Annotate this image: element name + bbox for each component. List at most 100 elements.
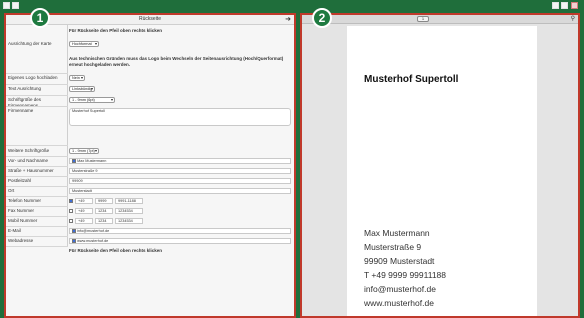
text-align-select[interactable]: Linksbündig ▾	[69, 86, 95, 92]
text-align-value: Linksbündig	[72, 87, 93, 91]
street-value: Musterstraße 9	[72, 169, 98, 173]
email-label: E-Mail	[8, 228, 21, 233]
card-line: T +49 9999 99911188	[364, 270, 447, 280]
row-divider	[6, 206, 68, 207]
chevron-down-icon: ▾	[80, 75, 83, 80]
company-font-row: Schriftgröße des Firmennamens 1 - 9mm (6…	[6, 97, 294, 108]
more-font-value: 1 - 9mm (7pt)	[72, 149, 95, 153]
chevron-down-icon: ▾	[94, 41, 97, 46]
orientation-row: Ausrichtung der Karte Hochformat ▾ Aus te…	[6, 36, 294, 67]
fax-label: Fax Nummer	[8, 208, 35, 213]
own-logo-label: Eigenes Logo hochladen	[8, 75, 58, 80]
email-value: info@musterhof.de	[77, 229, 110, 233]
fax-area-input[interactable]: 1234	[95, 208, 113, 214]
mobile-country-input[interactable]: +49	[75, 218, 93, 224]
card-line: Max Mustermann	[364, 228, 430, 238]
more-font-label: Weitere Schriftgröße	[8, 148, 50, 153]
fax-number-input[interactable]: 1234534	[115, 208, 143, 214]
next-side-arrow-icon[interactable]: ➜	[285, 15, 291, 23]
row-divider	[6, 216, 68, 217]
street-label: Straße + Hausnummer	[8, 168, 54, 173]
zip-input[interactable]: 99909	[69, 178, 291, 184]
mobile-label: Mobil Nummer	[8, 218, 38, 223]
more-font-select[interactable]: 1 - 9mm (7pt) ▾	[69, 148, 99, 154]
zip-label: Postleitzahl	[8, 178, 32, 183]
text-align-row: Text Ausrichtung Linksbündig ▾	[6, 86, 294, 92]
top-toolbar	[0, 0, 584, 11]
fax-number: 1234534	[118, 209, 133, 213]
name-checkbox[interactable]	[72, 159, 76, 163]
preview-toolbar: 1 ⚲	[302, 15, 578, 24]
company-label: Firmenname	[8, 108, 34, 113]
orientation-value: Hochformat	[72, 42, 92, 46]
card-line: www.musterhof.de	[364, 298, 434, 308]
chevron-down-icon: ▾	[110, 97, 113, 102]
document-icon[interactable]	[3, 2, 10, 9]
mobile-number-input[interactable]: 1234534	[115, 218, 143, 224]
note-bottom: Für Rückseite den Pfeil oben rechts klic…	[69, 248, 163, 253]
city-input[interactable]: Musterstadt	[69, 188, 291, 194]
name-input[interactable]: Max Mustermann	[69, 158, 291, 164]
company-value: Musterhof Supertoll	[72, 109, 105, 113]
company-font-select[interactable]: 1 - 9mm (6pt) ▾	[69, 97, 115, 103]
mobile-number: 1234534	[118, 219, 133, 223]
chevron-down-icon: ▾	[94, 148, 97, 153]
fax-checkbox[interactable]	[69, 209, 73, 213]
card-form-panel: Rückseite ➜ Für Rückseite den Pfeil oben…	[4, 13, 296, 318]
card-company: Musterhof Supertoll	[364, 74, 459, 85]
phone-number-input[interactable]: 9991-1188	[115, 198, 143, 204]
mobile-area-input[interactable]: 1234	[95, 218, 113, 224]
card-preview: Musterhof Supertoll Max Mustermann Muste…	[347, 26, 537, 316]
orientation-warning: Aus technischen Gründen muss das Logo be…	[69, 56, 284, 67]
text-align-label: Text Ausrichtung	[8, 86, 42, 91]
column-divider	[67, 25, 68, 247]
company-textarea[interactable]: Musterhof Supertoll	[69, 108, 291, 126]
phone-checkbox[interactable]	[69, 199, 73, 203]
name-value: Max Mustermann	[77, 159, 107, 163]
row-divider	[6, 145, 68, 146]
row-divider	[6, 186, 68, 187]
page-icon[interactable]	[12, 2, 19, 9]
more-font-row: Weitere Schriftgröße 1 - 9mm (7pt) ▾	[6, 148, 294, 154]
web-checkbox[interactable]	[72, 239, 76, 243]
row-divider	[6, 84, 68, 85]
web-input[interactable]: www.musterhof.de	[69, 238, 291, 244]
fax-country: +49	[78, 209, 85, 213]
own-logo-row: Eigenes Logo hochladen Nein ▾	[6, 75, 294, 81]
step-badge-1: 1	[30, 8, 50, 28]
own-logo-select[interactable]: Nein ▾	[69, 75, 85, 81]
email-input[interactable]: info@musterhof.de	[69, 228, 291, 234]
row-divider	[6, 106, 68, 107]
row-divider	[6, 196, 68, 197]
row-divider	[6, 236, 68, 237]
card-line: info@musterhof.de	[364, 284, 436, 294]
row-divider	[6, 226, 68, 227]
phone-country: +49	[78, 199, 85, 203]
orientation-label: Ausrichtung der Karte	[8, 41, 52, 46]
pdf-icon[interactable]	[571, 2, 578, 9]
zoom-icon[interactable]: ⚲	[571, 15, 575, 22]
email-checkbox[interactable]	[72, 229, 76, 233]
orientation-select[interactable]: Hochformat ▾	[69, 41, 99, 47]
print-icon[interactable]	[561, 2, 568, 9]
phone-country-input[interactable]: +49	[75, 198, 93, 204]
city-label: Ort	[8, 188, 15, 193]
zip-value: 99909	[72, 179, 83, 183]
fax-country-input[interactable]: +49	[75, 208, 93, 214]
preview-icon[interactable]	[552, 2, 559, 9]
web-label: Webadresse	[8, 238, 34, 243]
card-line: Musterstraße 9	[364, 242, 422, 252]
fax-area: 1234	[98, 209, 107, 213]
row-divider	[6, 73, 68, 74]
phone-number: 9991-1188	[118, 199, 136, 203]
row-divider	[6, 176, 68, 177]
phone-area: 9999	[98, 199, 107, 203]
phone-area-input[interactable]: 9999	[95, 198, 113, 204]
page-indicator[interactable]: 1	[417, 16, 429, 22]
step-badge-2: 2	[312, 8, 332, 28]
phone-label: Telefon Nummer	[8, 198, 42, 203]
mobile-checkbox[interactable]	[69, 219, 73, 223]
street-input[interactable]: Musterstraße 9	[69, 168, 291, 174]
mobile-area: 1234	[98, 219, 107, 223]
card-line: 99909 Musterstadt	[364, 256, 435, 266]
